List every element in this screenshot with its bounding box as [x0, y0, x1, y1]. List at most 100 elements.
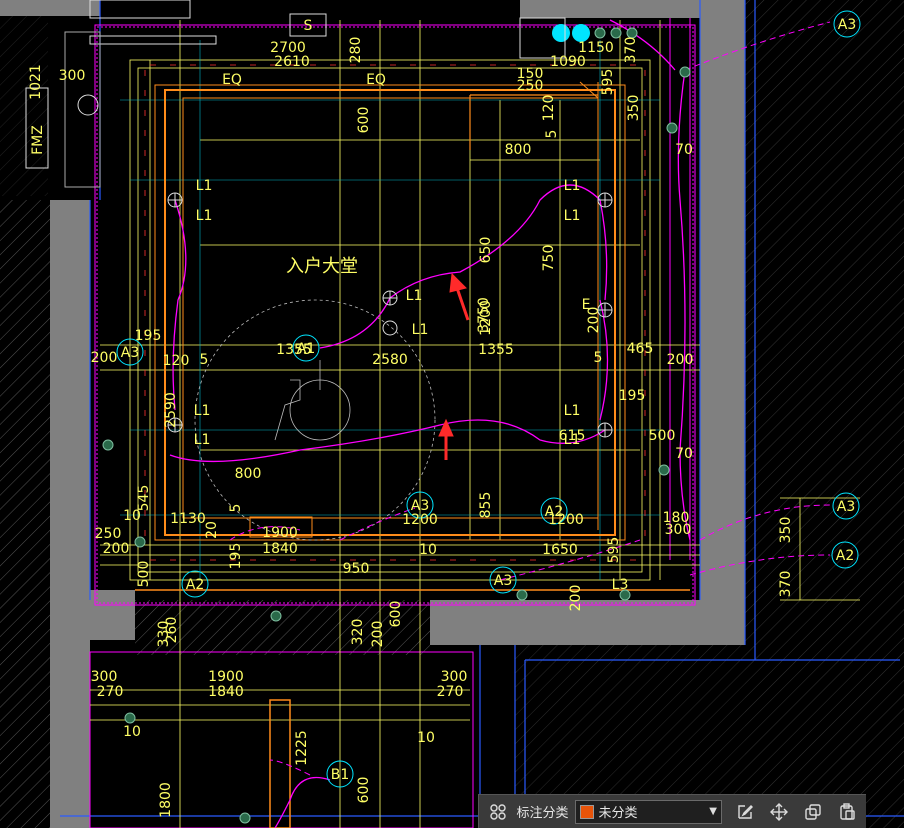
dimension-label: 500	[649, 428, 676, 444]
dimension-label: L1	[194, 432, 211, 448]
callout-a3-left: A3	[121, 345, 139, 361]
dimension-label: L1	[194, 403, 211, 419]
callout-a3-bottom: A3	[494, 573, 512, 589]
dimension-label: 20	[204, 521, 220, 539]
four-circles-icon[interactable]	[485, 799, 511, 825]
paste-icon[interactable]	[834, 799, 860, 825]
dimension-label: 2590	[163, 392, 179, 428]
dimension-label: 10	[123, 724, 141, 740]
category-select-value: 未分类	[598, 806, 638, 821]
dimension-label: 750	[541, 245, 557, 272]
annotation-toolbar: 标注分类 未分类 ▼	[478, 794, 866, 828]
dimension-label: 1200	[402, 512, 438, 528]
dimension-label: 595	[606, 537, 622, 564]
dimension-label: 1840	[208, 684, 244, 700]
dimension-label: 200	[103, 541, 130, 557]
dimension-label: E	[582, 297, 591, 313]
dimension-label: L1	[196, 178, 213, 194]
dimension-label: 950	[343, 561, 370, 577]
dimension-label: FMZ	[30, 125, 46, 155]
dimension-label: 595	[600, 69, 616, 96]
dimension-label: L1	[412, 322, 429, 338]
dimension-label: L1	[406, 288, 423, 304]
dimension-label: 70	[675, 446, 693, 462]
cad-drawing-canvas[interactable]: A1 A2 A2 A2 A3 A3 A3 A3 A3 B1 S 入户大堂 270…	[0, 0, 904, 828]
callout-a2-left: A2	[186, 577, 204, 593]
dimension-label: 200	[568, 585, 584, 612]
callout-b1: B1	[331, 767, 350, 783]
dimension-label: 320	[350, 619, 366, 646]
dimension-label: 1225	[294, 730, 310, 766]
dimension-label: EQ	[366, 72, 386, 88]
dimension-label: 1900	[262, 525, 298, 541]
dimension-label: 120	[163, 353, 190, 369]
dimension-label: 1900	[208, 669, 244, 685]
dimension-label: 615	[559, 428, 586, 444]
dimension-label: 5	[594, 350, 603, 366]
annotation-category-select[interactable]: 未分类 ▼	[574, 799, 722, 824]
dimension-label: 10	[123, 508, 141, 524]
dimension-label: 195	[228, 543, 244, 570]
dimension-label: 300	[665, 522, 692, 538]
dimension-label: 195	[619, 388, 646, 404]
dimension-label: 600	[356, 777, 372, 804]
dimension-label: 195	[135, 328, 162, 344]
dimension-label: 5	[544, 130, 560, 139]
dimension-label: 10	[419, 542, 437, 558]
dimension-label: 260	[164, 617, 180, 644]
dimension-label: 350	[626, 95, 642, 122]
chevron-down-icon: ▼	[709, 806, 717, 817]
dimension-label: 1021	[28, 64, 44, 100]
dimension-label: 5	[200, 352, 209, 368]
dimension-label: 1355	[276, 342, 312, 358]
dimension-label: 1840	[262, 541, 298, 557]
dimension-label: 2580	[372, 352, 408, 368]
annotation-category-label: 标注分类	[516, 806, 569, 821]
dimension-label: 370	[778, 571, 794, 598]
dimension-label: L1	[564, 178, 581, 194]
copy-icon[interactable]	[800, 799, 826, 825]
dimension-label: 465	[627, 341, 654, 357]
label-s: S	[304, 18, 313, 34]
dimension-label: 280	[348, 37, 364, 64]
dimension-label: 200	[91, 350, 118, 366]
callout-a2-right: A2	[836, 548, 854, 564]
dimension-label: 600	[356, 107, 372, 134]
dimension-label: L1	[564, 403, 581, 419]
dimension-label: 350	[778, 517, 794, 544]
dimension-label: 500	[136, 561, 152, 588]
dimension-label: 1130	[170, 511, 206, 527]
category-color-swatch	[579, 804, 594, 819]
dimension-label: 370	[623, 37, 639, 64]
dimension-label: 855	[478, 492, 494, 519]
dimension-label: 270	[437, 684, 464, 700]
dimension-label: 5	[228, 504, 244, 513]
dimension-label: 70	[675, 142, 693, 158]
dimension-label: 270	[97, 684, 124, 700]
dimension-label: 1650	[542, 542, 578, 558]
dimension-label: 1200	[548, 512, 584, 528]
dimension-label: 1800	[158, 782, 174, 818]
dimension-label: 250	[517, 78, 544, 94]
dimension-label: L1	[196, 208, 213, 224]
dimension-label: 1355	[478, 342, 514, 358]
dimension-label: 1090	[550, 54, 586, 70]
dimension-label: EQ	[222, 72, 242, 88]
dimension-label: L3	[612, 577, 629, 593]
dimension-label: 3750	[476, 297, 492, 333]
edit-icon[interactable]	[732, 799, 758, 825]
dimension-label: 200	[667, 352, 694, 368]
dimension-label: 250	[95, 526, 122, 542]
dimension-label: 200	[370, 621, 386, 648]
callout-a3-right: A3	[837, 499, 855, 515]
callout-a3-top-right: A3	[838, 17, 856, 33]
dimension-label: 120	[541, 95, 557, 122]
dimension-label: 600	[388, 601, 404, 628]
dimension-label: 300	[91, 669, 118, 685]
dimension-label: 650	[478, 237, 494, 264]
dimension-label: 800	[235, 466, 262, 482]
dimension-label: 10	[417, 730, 435, 746]
dimension-label: 300	[59, 68, 86, 84]
dimension-label: 2610	[274, 54, 310, 70]
move-icon[interactable]	[766, 799, 792, 825]
